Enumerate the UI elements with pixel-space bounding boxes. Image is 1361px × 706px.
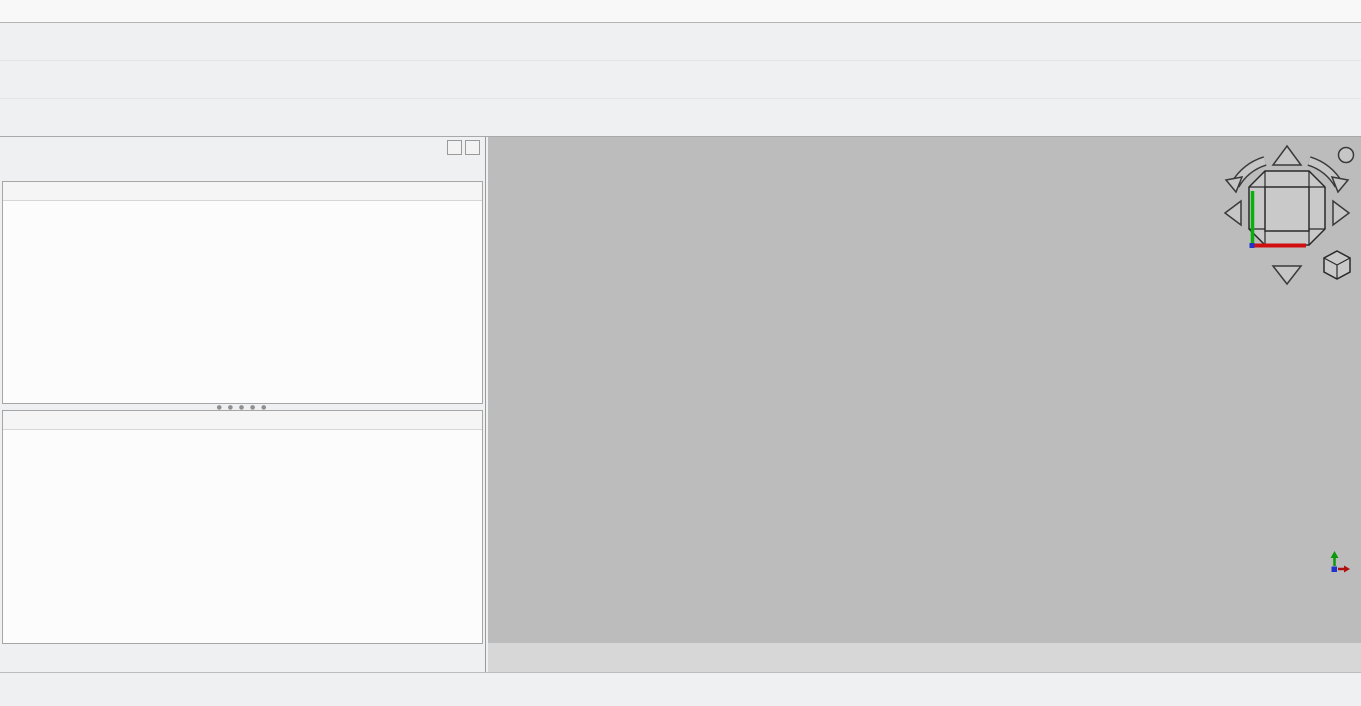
- property-editor-body: [3, 430, 482, 643]
- navigation-cube[interactable]: [1219, 141, 1355, 291]
- document-tab-bar: [488, 642, 1361, 672]
- toolbar-row-3: [0, 99, 1361, 137]
- freecad-window: ● ● ● ● ●: [0, 0, 1361, 706]
- axis-indicator: [1311, 538, 1359, 586]
- navcube-roll-circle[interactable]: [1339, 148, 1354, 163]
- viewport-column: [486, 137, 1361, 672]
- model-tree: [2, 181, 483, 404]
- close-panel-icon[interactable]: [465, 140, 480, 155]
- statusbar: [0, 672, 1361, 706]
- combo-view-panel: ● ● ● ● ●: [0, 137, 486, 672]
- property-header: [3, 411, 482, 430]
- navcube-right-arrow[interactable]: [1333, 201, 1349, 225]
- toolbar-row-2: [0, 61, 1361, 99]
- main-area: ● ● ● ● ●: [0, 137, 1361, 672]
- tree-rows: [3, 201, 482, 202]
- navcube-mini-cube[interactable]: [1324, 251, 1350, 279]
- navcube-top-face[interactable]: [1249, 171, 1325, 245]
- toolbar-row-1: [0, 23, 1361, 61]
- float-panel-icon[interactable]: [447, 140, 462, 155]
- property-editor-tabs: [0, 644, 485, 672]
- combo-view-titlebar: [0, 137, 485, 157]
- navcube-down-arrow[interactable]: [1273, 266, 1301, 284]
- navcube-left-arrow[interactable]: [1225, 201, 1241, 225]
- menubar: [0, 0, 1361, 23]
- tree-header: [3, 182, 482, 201]
- property-editor: [2, 410, 483, 644]
- 3d-viewport[interactable]: [488, 137, 1361, 642]
- navcube-up-arrow[interactable]: [1273, 146, 1301, 165]
- combo-view-tabs: [0, 157, 485, 181]
- navcube-blue-corner: [1250, 243, 1255, 248]
